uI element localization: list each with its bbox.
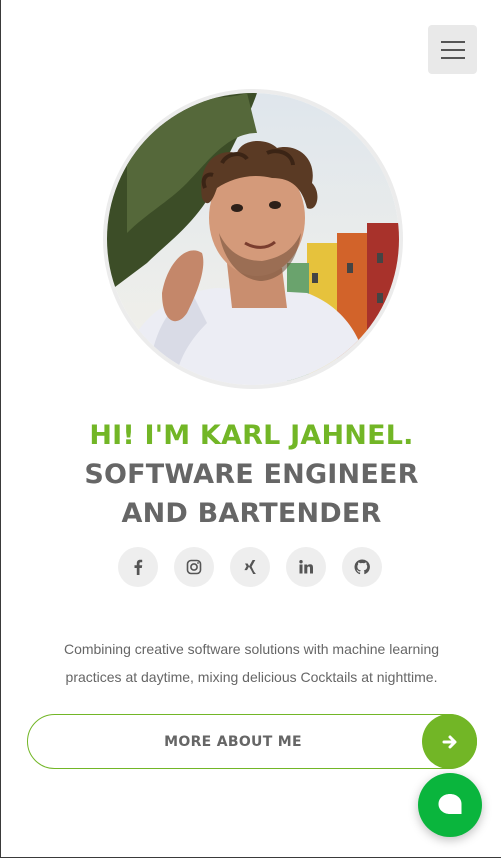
- more-about-me-button[interactable]: MORE ABOUT ME: [27, 714, 477, 769]
- instagram-icon: [186, 559, 202, 575]
- role-heading: SOFTWARE ENGINEER AND BARTENDER: [84, 459, 419, 529]
- chat-button[interactable]: [418, 773, 482, 837]
- github-link[interactable]: [342, 547, 382, 587]
- greeting-heading: HI! I'M KARL JAHNEL.: [89, 420, 414, 451]
- avatar: [103, 89, 403, 389]
- github-icon: [354, 559, 370, 575]
- instagram-link[interactable]: [174, 547, 214, 587]
- chat-bubble-icon: [438, 794, 462, 814]
- arrow-right-icon: [422, 714, 477, 769]
- facebook-link[interactable]: [118, 547, 158, 587]
- hamburger-line: [440, 56, 465, 59]
- social-links: [118, 547, 382, 587]
- hamburger-icon: [440, 40, 465, 43]
- menu-button[interactable]: [428, 25, 477, 74]
- more-about-me-label: MORE ABOUT ME: [164, 733, 302, 750]
- linkedin-link[interactable]: [286, 547, 326, 587]
- xing-link[interactable]: [230, 547, 270, 587]
- hero-headline: HI! I'M KARL JAHNEL. SOFTWARE ENGINEER A…: [1, 416, 501, 533]
- bio-text: Combining creative software solutions wi…: [63, 641, 440, 685]
- facebook-icon: [134, 559, 143, 575]
- xing-icon: [244, 560, 256, 574]
- linkedin-icon: [299, 560, 313, 574]
- avatar-photo: [107, 93, 399, 385]
- hamburger-line: [440, 48, 465, 51]
